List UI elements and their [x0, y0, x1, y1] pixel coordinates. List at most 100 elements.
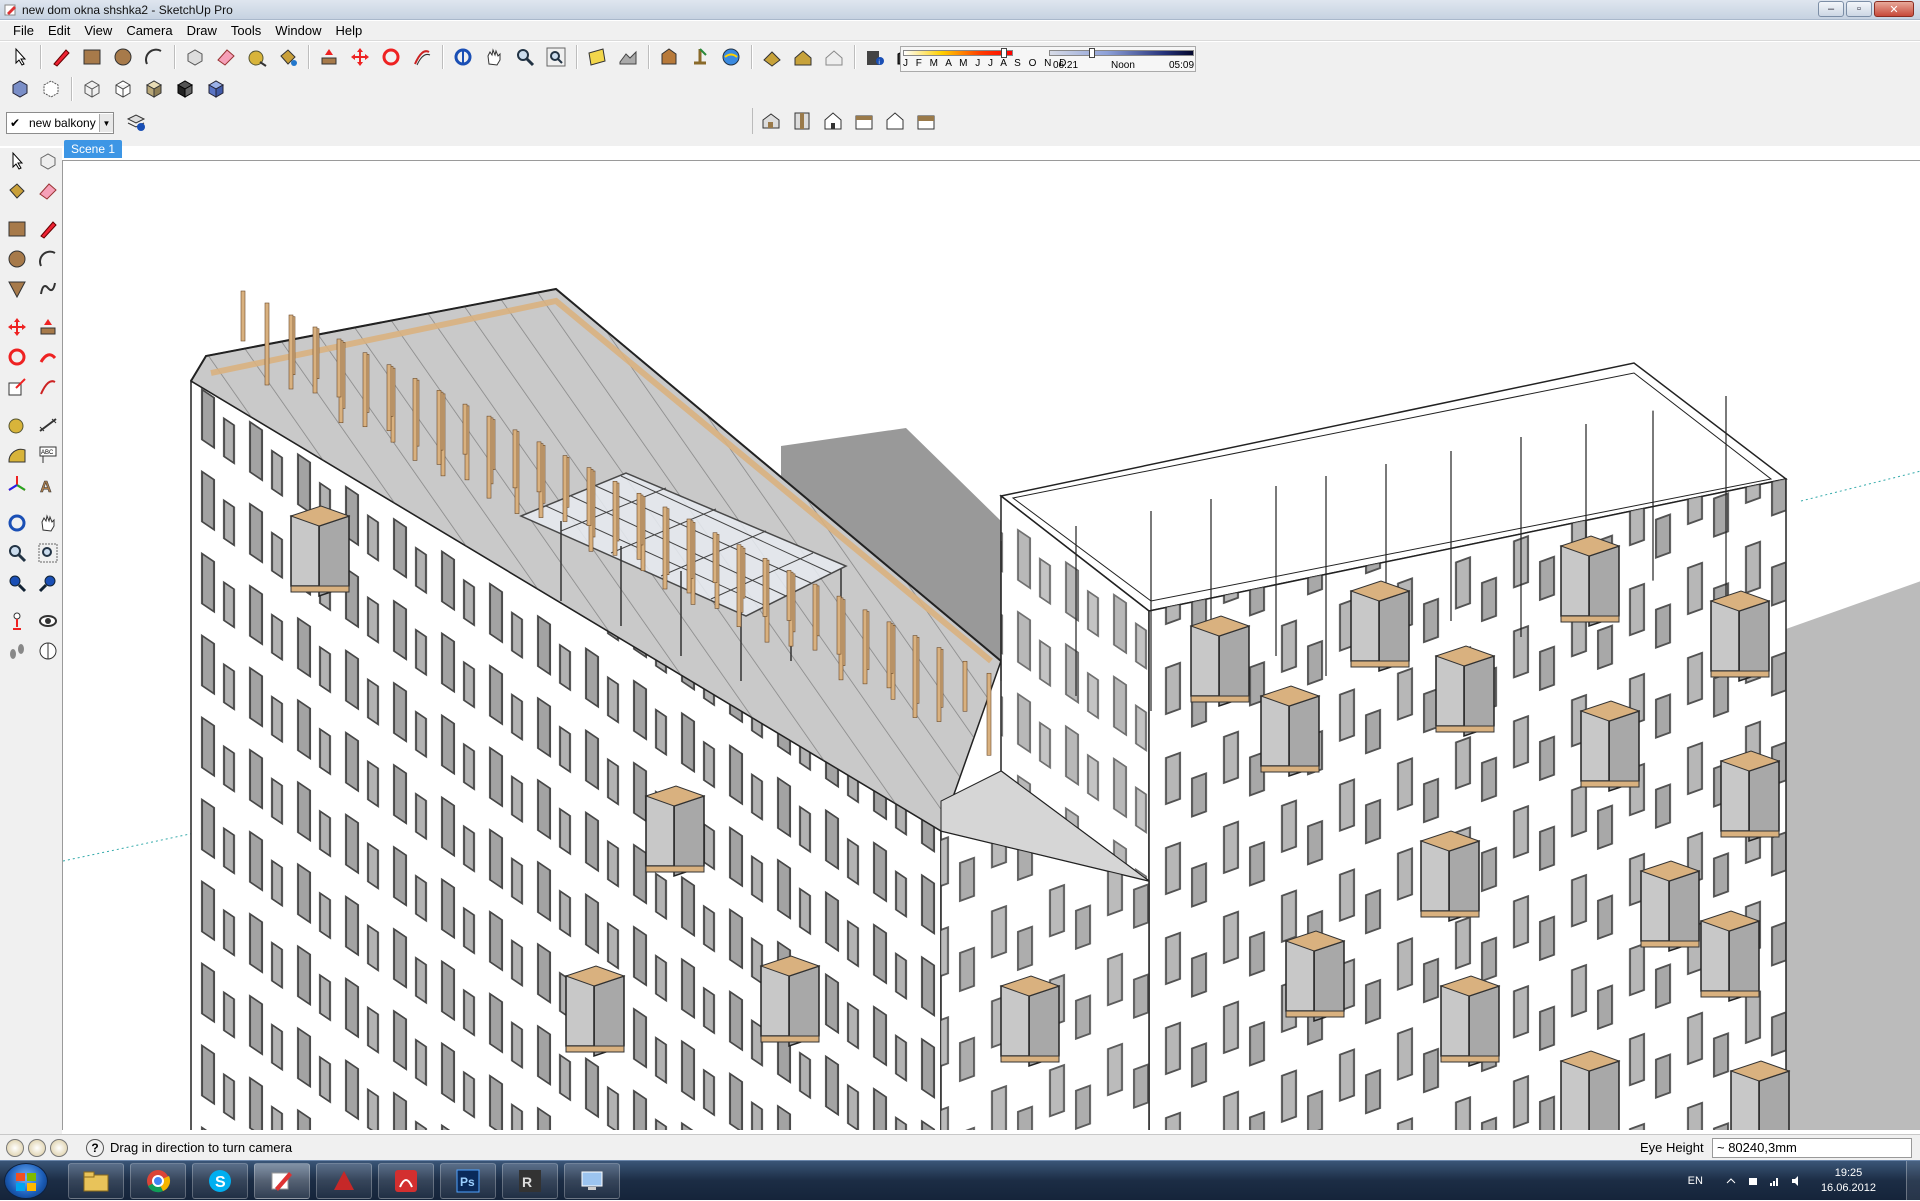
paint-bucket-icon[interactable] [2, 178, 31, 204]
get-models-icon[interactable] [686, 44, 714, 70]
help-icon[interactable]: ? [86, 1138, 104, 1157]
dimension-icon[interactable] [33, 412, 62, 438]
wireframe-icon[interactable] [78, 76, 106, 102]
zoom-icon[interactable] [511, 44, 539, 70]
shaded-icon[interactable] [140, 76, 168, 102]
chevron-down-icon[interactable]: ▼ [99, 114, 113, 132]
monochrome-icon[interactable] [202, 76, 230, 102]
pan-icon[interactable] [33, 510, 62, 536]
push-pull-icon[interactable] [33, 314, 62, 340]
warehouse-icon[interactable] [789, 44, 817, 70]
protractor-icon[interactable] [2, 442, 31, 468]
toggle-terrain-icon[interactable] [614, 44, 642, 70]
zoom-icon[interactable] [2, 540, 31, 566]
3d-text-icon[interactable]: A [33, 472, 62, 498]
top-view-icon[interactable] [788, 108, 816, 134]
menu-camera[interactable]: Camera [119, 23, 179, 38]
circle-icon[interactable] [2, 246, 31, 272]
move-icon[interactable] [2, 314, 31, 340]
rectangle-icon[interactable] [2, 216, 31, 242]
rotate-icon[interactable] [2, 344, 31, 370]
polygon-icon[interactable] [2, 276, 31, 302]
share-component-icon[interactable] [758, 44, 786, 70]
eraser-icon[interactable] [33, 178, 62, 204]
start-button[interactable] [4, 1163, 48, 1199]
xray-icon[interactable] [6, 76, 34, 102]
menu-draw[interactable]: Draw [180, 23, 224, 38]
offset-icon[interactable] [408, 44, 436, 70]
back-edges-icon[interactable] [37, 76, 65, 102]
share-model-icon[interactable] [717, 44, 745, 70]
select-icon[interactable] [2, 148, 31, 174]
time-slider-knob[interactable] [1089, 48, 1095, 58]
orbit-icon[interactable] [449, 44, 477, 70]
menu-view[interactable]: View [77, 23, 119, 38]
dynamic-components-icon[interactable] [820, 44, 848, 70]
3d-viewport[interactable] [62, 160, 1920, 1130]
position-camera-icon[interactable] [2, 608, 31, 634]
axes-icon[interactable] [2, 472, 31, 498]
previous-view-icon[interactable] [2, 570, 31, 596]
tape-measure-icon[interactable] [2, 412, 31, 438]
photoshop-icon[interactable]: Ps [440, 1163, 496, 1199]
autocad-icon[interactable] [316, 1163, 372, 1199]
clock[interactable]: 19:25 16.06.2012 [1821, 1166, 1876, 1196]
make-component-icon[interactable] [33, 148, 62, 174]
pan-icon[interactable] [480, 44, 508, 70]
network-icon[interactable] [564, 1163, 620, 1199]
network-signal-icon[interactable] [1769, 1175, 1781, 1187]
photo-texture-icon[interactable] [655, 44, 683, 70]
circle-icon[interactable] [109, 44, 137, 70]
month-slider-knob[interactable] [1001, 48, 1007, 58]
pencil-icon[interactable] [33, 216, 62, 242]
component-icon[interactable] [181, 44, 209, 70]
time-slider[interactable] [1049, 50, 1194, 56]
select-icon[interactable] [6, 44, 34, 70]
zoom-extents-icon[interactable] [542, 44, 570, 70]
pencil-icon[interactable] [47, 44, 75, 70]
vray-icon[interactable]: R [502, 1163, 558, 1199]
rectangle-icon[interactable] [78, 44, 106, 70]
month-slider[interactable] [903, 50, 1013, 56]
move-icon[interactable] [346, 44, 374, 70]
chrome-icon[interactable] [130, 1163, 186, 1199]
eraser-icon[interactable] [212, 44, 240, 70]
skype-icon[interactable]: S [192, 1163, 248, 1199]
geolocation-icon[interactable] [6, 1138, 24, 1157]
measurements-input[interactable]: ~ 80240,3mm [1712, 1138, 1912, 1158]
close-button[interactable]: ✕ [1874, 1, 1914, 17]
show-hidden-icons-icon[interactable] [1725, 1175, 1737, 1187]
follow-me-icon[interactable] [33, 344, 62, 370]
rotate-icon[interactable] [377, 44, 405, 70]
front-view-icon[interactable] [819, 108, 847, 134]
layer-manager-icon[interactable] [122, 109, 150, 135]
minimize-button[interactable]: – [1818, 1, 1844, 17]
user-icon[interactable] [50, 1138, 68, 1157]
back-view-icon[interactable] [881, 108, 909, 134]
text-icon[interactable]: ABC [33, 442, 62, 468]
explorer-icon[interactable] [68, 1163, 124, 1199]
zoom-extents-icon[interactable] [33, 570, 62, 596]
show-desktop-button[interactable] [1906, 1161, 1920, 1201]
shaded-textures-icon[interactable] [171, 76, 199, 102]
hidden-line-icon[interactable] [109, 76, 137, 102]
orbit-icon[interactable] [2, 510, 31, 536]
volume-icon[interactable] [1791, 1175, 1803, 1187]
paint-bucket-icon[interactable] [274, 44, 302, 70]
freehand-icon[interactable] [33, 276, 62, 302]
arc-icon[interactable] [33, 246, 62, 272]
language-indicator[interactable]: EN [1688, 1175, 1703, 1187]
menu-file[interactable]: File [6, 23, 41, 38]
credits-icon[interactable] [28, 1138, 46, 1157]
offset-icon[interactable] [33, 374, 62, 400]
push-pull-icon[interactable] [315, 44, 343, 70]
tape-measure-icon[interactable] [243, 44, 271, 70]
maximize-button[interactable]: ▫ [1846, 1, 1872, 17]
section-plane-icon[interactable] [33, 638, 62, 664]
menu-tools[interactable]: Tools [224, 23, 268, 38]
look-around-icon[interactable] [33, 608, 62, 634]
arc-icon[interactable] [140, 44, 168, 70]
scale-icon[interactable] [2, 374, 31, 400]
menu-help[interactable]: Help [329, 23, 370, 38]
acrobat-icon[interactable] [378, 1163, 434, 1199]
